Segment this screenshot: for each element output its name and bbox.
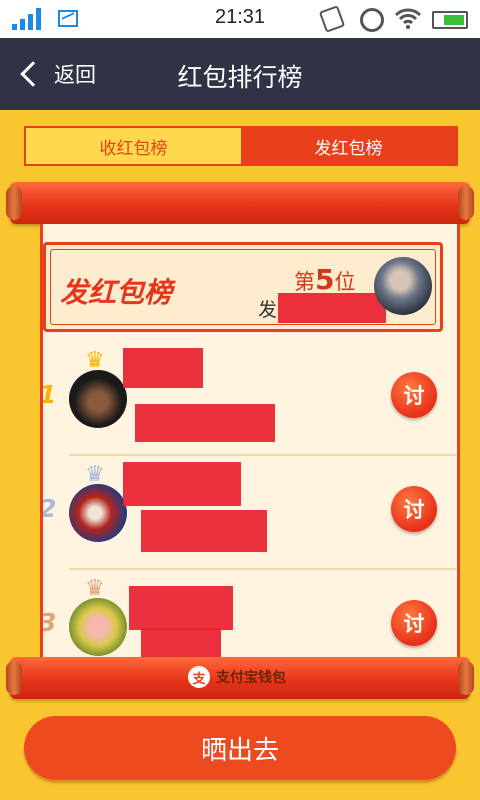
my-rank: 第5位 <box>294 263 356 296</box>
redaction <box>141 628 221 657</box>
my-avatar <box>374 257 432 315</box>
avatar <box>69 484 127 542</box>
ask-button[interactable]: 讨 <box>391 600 437 646</box>
wifi-icon <box>394 8 422 29</box>
rank-number: 1 <box>40 380 57 409</box>
avatar <box>69 370 127 428</box>
redaction <box>129 586 233 630</box>
rank-number: 3 <box>40 608 57 637</box>
list-item[interactable]: 1 ♛ 讨 <box>40 342 457 456</box>
nav-bar: 返回 红包排行榜 <box>0 38 480 110</box>
page-title: 红包排行榜 <box>177 63 303 92</box>
redaction <box>278 293 386 323</box>
list-item[interactable]: 2 ♛ 讨 <box>40 456 457 570</box>
scroll-top-roller <box>6 182 474 224</box>
ask-button[interactable]: 讨 <box>391 372 437 418</box>
alipay-label: 支付宝钱包 <box>216 670 286 686</box>
alarm-icon <box>360 8 384 32</box>
banner-title: 发红包榜 <box>60 276 173 309</box>
alipay-logo-icon: 支 <box>188 666 210 688</box>
redaction <box>123 462 241 506</box>
redaction <box>135 404 275 442</box>
status-bar: 21:31 <box>0 0 480 38</box>
ranking-scroll-paper: 发红包榜 第5位 发 1 ♛ 讨 2 ♛ 讨 3 ♛ 讨 <box>40 224 460 657</box>
redaction <box>141 510 267 552</box>
share-button[interactable]: 晒出去 <box>24 716 456 780</box>
alipay-wallet-label: 支 支付宝钱包 <box>188 666 286 688</box>
my-rank-subtitle: 发 <box>258 299 278 321</box>
my-rank-banner: 发红包榜 第5位 发 <box>43 242 443 332</box>
rank-number: 2 <box>40 494 57 523</box>
battery-icon <box>432 11 468 29</box>
tab-sent[interactable]: 发红包榜 <box>241 128 456 164</box>
avatar <box>69 598 127 656</box>
tab-received[interactable]: 收红包榜 <box>26 128 241 164</box>
redaction <box>123 348 203 388</box>
ask-button[interactable]: 讨 <box>391 486 437 532</box>
list-item[interactable]: 3 ♛ 讨 <box>40 570 457 657</box>
ranking-tabs: 收红包榜 发红包榜 <box>24 126 458 166</box>
